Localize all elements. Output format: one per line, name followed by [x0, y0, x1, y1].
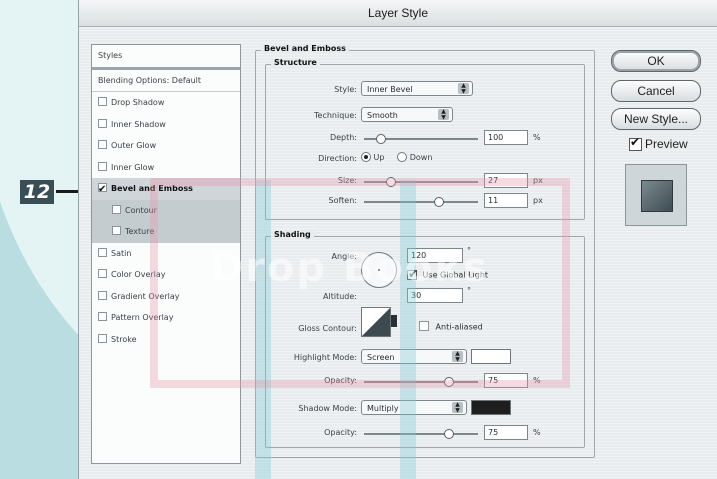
size-unit: px — [533, 176, 543, 185]
shadow-opacity-slider[interactable] — [364, 429, 478, 439]
anti-aliased-checkbox[interactable]: Anti-aliased — [419, 321, 483, 332]
new-style-button[interactable]: New Style... — [611, 108, 701, 130]
checkbox[interactable] — [98, 333, 107, 343]
bevel-emboss-title: Bevel and Emboss — [261, 44, 349, 53]
cancel-button[interactable]: Cancel — [611, 80, 701, 102]
style-label: Style: — [334, 85, 357, 94]
style-item-inner-glow[interactable]: Inner Glow — [92, 157, 240, 179]
highlight-mode-select[interactable]: Screen ▲ ▼ — [361, 349, 467, 364]
styles-list: Styles Blending Options: Default Drop Sh… — [91, 44, 241, 464]
style-item-bevel-and-emboss[interactable]: Bevel and Emboss — [92, 178, 240, 201]
preview-thumbnail — [625, 164, 687, 226]
checkbox[interactable] — [98, 118, 107, 128]
highlight-opacity-field[interactable]: 75 — [484, 373, 528, 388]
soften-slider[interactable] — [364, 197, 478, 207]
style-select[interactable]: Inner Bevel ▲ ▼ — [361, 81, 473, 96]
step-callout: 12 — [20, 180, 54, 204]
altitude-unit: ° — [467, 286, 471, 295]
updown-arrow-icon: ▲ ▼ — [452, 351, 463, 363]
updown-arrow-icon: ▲ ▼ — [438, 109, 449, 121]
direction-up-radio[interactable]: Up — [361, 152, 384, 162]
style-item-outer-glow[interactable]: Outer Glow — [92, 135, 240, 157]
altitude-label: Altitude: — [323, 292, 357, 301]
style-item-drop-shadow[interactable]: Drop Shadow — [92, 92, 240, 114]
checkbox[interactable] — [98, 312, 107, 321]
style-item-satin[interactable]: Satin — [92, 243, 240, 265]
slider-knob[interactable] — [434, 197, 444, 207]
shading-group — [265, 236, 585, 448]
shadow-opacity-unit: % — [533, 428, 541, 437]
checkbox[interactable] — [98, 290, 107, 300]
style-item-inner-shadow[interactable]: Inner Shadow — [92, 114, 240, 136]
shading-title: Shading — [271, 230, 314, 239]
size-label: Size: — [337, 176, 357, 185]
slider-knob[interactable] — [376, 134, 386, 144]
layer-style-dialog: Layer Style Styles Blending Options: Def… — [78, 0, 717, 479]
checkbox-checked[interactable] — [98, 179, 107, 201]
style-item-stroke[interactable]: Stroke — [92, 329, 240, 351]
checkbox[interactable] — [98, 269, 107, 278]
slider-knob[interactable] — [444, 377, 454, 387]
angle-dial[interactable] — [361, 252, 397, 288]
checkbox-checked[interactable] — [407, 267, 418, 281]
depth-slider[interactable] — [364, 134, 478, 144]
highlight-opacity-unit: % — [533, 376, 541, 385]
shadow-opacity-field[interactable]: 75 — [484, 425, 528, 440]
checkbox[interactable] — [112, 204, 121, 214]
contour-curve-icon — [362, 308, 390, 336]
shadow-color-swatch[interactable] — [471, 400, 511, 415]
gloss-contour-preview[interactable] — [361, 307, 391, 337]
depth-label: Depth: — [329, 133, 357, 142]
direction-radio-group: Up Down — [361, 152, 432, 162]
checkbox[interactable] — [419, 321, 429, 331]
checkbox[interactable] — [112, 226, 121, 235]
preview-swatch — [641, 180, 673, 212]
depth-field[interactable]: 100 — [484, 130, 528, 145]
slider-knob[interactable] — [386, 177, 396, 187]
shadow-opacity-label: Opacity: — [324, 428, 357, 437]
highlight-color-swatch[interactable] — [471, 349, 511, 364]
styles-header[interactable]: Styles — [92, 45, 240, 70]
use-global-light-checkbox[interactable]: Use Global Light — [407, 267, 488, 281]
technique-label: Technique: — [314, 111, 357, 120]
direction-label: Direction: — [318, 154, 357, 163]
angle-field[interactable]: 120 — [407, 248, 463, 263]
checkbox-checked[interactable] — [629, 135, 642, 152]
angle-unit: ° — [467, 246, 471, 255]
checkbox[interactable] — [98, 140, 107, 149]
style-item-gradient-overlay[interactable]: Gradient Overlay — [92, 286, 240, 308]
updown-arrow-icon: ▲ ▼ — [452, 402, 463, 414]
shadow-mode-label: Shadow Mode: — [298, 404, 357, 413]
direction-down-radio[interactable]: Down — [397, 152, 432, 162]
highlight-mode-label: Highlight Mode: — [293, 353, 357, 362]
checkbox[interactable] — [98, 247, 107, 257]
blending-options-item[interactable]: Blending Options: Default — [92, 70, 240, 92]
depth-unit: % — [533, 133, 541, 142]
style-item-color-overlay[interactable]: Color Overlay — [92, 264, 240, 286]
highlight-opacity-slider[interactable] — [364, 377, 478, 387]
style-item-pattern-overlay[interactable]: Pattern Overlay — [92, 307, 240, 329]
checkbox[interactable] — [98, 97, 107, 106]
preview-checkbox[interactable]: Preview — [629, 135, 688, 152]
altitude-field[interactable]: 30 — [407, 288, 463, 303]
checkbox[interactable] — [98, 161, 107, 171]
ok-button[interactable]: OK — [611, 50, 701, 72]
angle-label: Angle: — [331, 252, 357, 261]
technique-select[interactable]: Smooth ▲ ▼ — [361, 107, 453, 122]
style-item-contour[interactable]: Contour — [92, 199, 240, 221]
gloss-contour-label: Gloss Contour: — [298, 324, 357, 333]
slider-knob[interactable] — [444, 429, 454, 439]
structure-title: Structure — [271, 58, 320, 67]
shadow-mode-select[interactable]: Multiply ▲ ▼ — [361, 400, 467, 415]
soften-label: Soften: — [328, 196, 357, 205]
soften-unit: px — [533, 196, 543, 205]
highlight-opacity-label: Opacity: — [324, 376, 357, 385]
soften-field[interactable]: 11 — [484, 193, 528, 208]
window-title: Layer Style — [79, 0, 717, 27]
gloss-dropdown-arrow-icon[interactable] — [391, 315, 397, 327]
updown-arrow-icon: ▲ ▼ — [458, 83, 469, 95]
size-field[interactable]: 27 — [484, 173, 528, 188]
style-item-texture[interactable]: Texture — [92, 221, 240, 243]
size-slider[interactable] — [364, 177, 478, 187]
